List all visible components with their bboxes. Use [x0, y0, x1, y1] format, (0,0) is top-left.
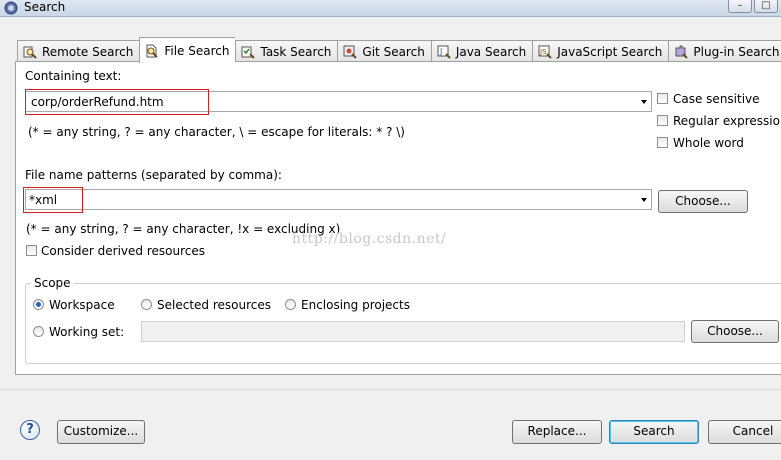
search-app-icon [4, 1, 18, 15]
tab-label: Git Search [362, 45, 425, 59]
highlight-box [25, 89, 209, 115]
working-set-label: Working set: [49, 325, 125, 339]
task-search-icon [241, 46, 256, 59]
tab-label: JavaScript Search [557, 45, 663, 59]
window-controls: – □ [728, 0, 778, 13]
working-set-input[interactable] [141, 321, 685, 342]
cancel-button[interactable]: Cancel [708, 420, 781, 444]
choose-patterns-button[interactable]: Choose... [658, 190, 748, 213]
svg-text:JS: JS [539, 48, 547, 56]
replace-button[interactable]: Replace... [512, 420, 602, 444]
file-search-icon [146, 44, 159, 58]
derived-resources-label: Consider derived resources [41, 244, 205, 258]
working-set-radio[interactable] [33, 326, 44, 337]
svg-text:J: J [439, 47, 442, 56]
tab-label: Remote Search [42, 45, 134, 59]
tab-label: Java Search [455, 45, 527, 59]
tab-remote-search[interactable]: Remote Search [17, 40, 140, 63]
regex-checkbox[interactable] [657, 115, 668, 126]
watermark-text: http://blog.csdn.net/ [292, 231, 447, 247]
tab-file-search[interactable]: File Search [139, 37, 236, 63]
customize-button[interactable]: Customize... [57, 420, 145, 444]
search-button[interactable]: Search [609, 420, 699, 444]
maximize-button[interactable]: □ [754, 0, 778, 13]
java-search-icon: J [437, 45, 451, 59]
chevron-down-icon[interactable] [641, 100, 647, 104]
regex-label: Regular expression [673, 114, 781, 128]
tab-java-search[interactable]: J Java Search [430, 40, 533, 63]
whole-word-label: Whole word [673, 136, 744, 150]
plugin-search-icon [675, 45, 689, 59]
highlight-box [23, 187, 83, 213]
tab-javascript-search[interactable]: JS JavaScript Search [532, 40, 669, 63]
file-patterns-combo[interactable]: *xml [25, 189, 652, 210]
window-title: Search [24, 0, 66, 14]
title-bar [0, 0, 781, 17]
file-patterns-label: File name patterns (separated by comma): [25, 168, 282, 182]
derived-resources-checkbox[interactable] [26, 245, 37, 256]
workspace-label: Workspace [49, 298, 115, 312]
tab-label: Plug-in Search [693, 45, 780, 59]
footer-separator [0, 389, 781, 390]
remote-search-icon [23, 46, 37, 59]
help-icon[interactable]: ? [20, 420, 40, 440]
tab-git-search[interactable]: Git Search [337, 40, 431, 63]
case-sensitive-label: Case sensitive [673, 92, 760, 106]
git-search-icon [343, 45, 358, 59]
javascript-search-icon: JS [538, 45, 552, 59]
tab-label: Task Search [260, 45, 332, 59]
containing-text-hint: (* = any string, ? = any character, \ = … [28, 125, 405, 139]
containing-text-label: Containing text: [25, 69, 122, 83]
tab-plugin-search[interactable]: Plug-in Search [668, 40, 781, 63]
scope-legend: Scope [31, 276, 74, 290]
tab-task-search[interactable]: Task Search [235, 40, 338, 63]
minimize-button[interactable]: – [728, 0, 752, 13]
case-sensitive-checkbox[interactable] [657, 93, 668, 104]
selected-resources-label: Selected resources [157, 298, 271, 312]
tab-label: File Search [164, 43, 230, 58]
search-tabs: Remote Search File Search Task Search Gi… [17, 37, 781, 63]
selected-resources-radio[interactable] [141, 299, 152, 310]
enclosing-projects-radio[interactable] [285, 299, 296, 310]
choose-working-set-button[interactable]: Choose... [691, 320, 779, 343]
enclosing-projects-label: Enclosing projects [301, 298, 410, 312]
whole-word-checkbox[interactable] [657, 137, 668, 148]
workspace-radio[interactable] [33, 299, 44, 310]
chevron-down-icon[interactable] [641, 198, 647, 202]
